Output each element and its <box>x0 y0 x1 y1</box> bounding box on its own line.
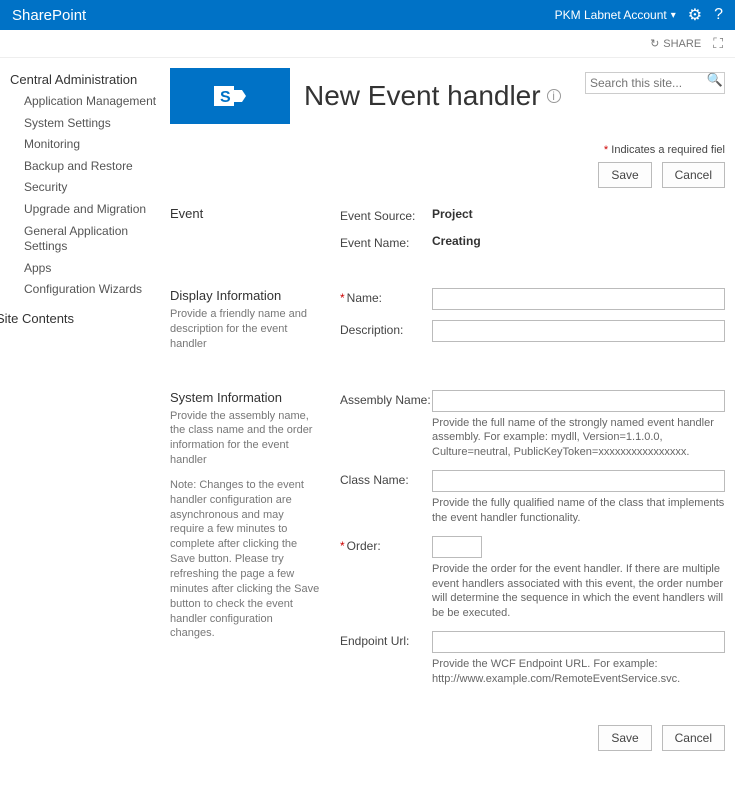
nav-heading-site-contents[interactable]: Site Contents <box>0 311 164 326</box>
required-note: * Indicates a required fiel <box>170 144 725 156</box>
required-note-text: Indicates a required fiel <box>611 144 725 156</box>
class-label: Class Name: <box>340 470 432 487</box>
section-display-title: Display Information <box>170 288 320 303</box>
section-system-title: System Information <box>170 390 320 405</box>
nav-item-backup-restore[interactable]: Backup and Restore <box>10 156 164 178</box>
class-hint: Provide the fully qualified name of the … <box>432 496 725 526</box>
display-desc-input[interactable] <box>432 320 725 342</box>
cancel-button-top[interactable]: Cancel <box>662 162 725 188</box>
chevron-down-icon: ▾ <box>671 10 676 21</box>
account-name: PKM Labnet Account <box>555 8 667 22</box>
search-wrap: 🔍 <box>585 72 725 94</box>
endpoint-label: Endpoint Url: <box>340 631 432 648</box>
share-icon: ↻ <box>650 37 659 50</box>
class-input[interactable] <box>432 470 725 492</box>
focus-icon[interactable]: ⛶ <box>713 35 723 52</box>
order-label: *Order: <box>340 536 432 553</box>
display-name-input[interactable] <box>432 288 725 310</box>
section-event-title: Event <box>170 206 320 221</box>
display-name-label: *Name: <box>340 288 432 305</box>
nav-item-apps[interactable]: Apps <box>10 258 164 280</box>
svg-text:S: S <box>220 89 231 106</box>
assembly-input[interactable] <box>432 390 725 412</box>
event-name-value: Creating <box>432 234 481 248</box>
nav-item-app-mgmt[interactable]: Application Management <box>10 91 164 113</box>
page-title-text: New Event handler <box>304 80 541 112</box>
side-nav: Central Administration Application Manag… <box>10 68 170 769</box>
suite-brand: SharePoint <box>12 7 86 24</box>
nav-item-monitoring[interactable]: Monitoring <box>10 134 164 156</box>
info-icon[interactable]: i <box>547 89 561 103</box>
nav-item-upgrade-migration[interactable]: Upgrade and Migration <box>10 199 164 221</box>
section-system-desc: Provide the assembly name, the class nam… <box>170 409 320 468</box>
section-system-note: Note: Changes to the event handler confi… <box>170 478 320 641</box>
event-source-value: Project <box>432 207 473 221</box>
cancel-button-bottom[interactable]: Cancel <box>662 725 725 751</box>
event-source-label: Event Source: <box>340 206 432 223</box>
help-icon[interactable]: ? <box>714 6 723 24</box>
save-button-top[interactable]: Save <box>598 162 652 188</box>
search-input[interactable] <box>585 72 725 94</box>
save-button-bottom[interactable]: Save <box>598 725 652 751</box>
account-menu[interactable]: PKM Labnet Account ▾ <box>555 8 676 22</box>
order-hint: Provide the order for the event handler.… <box>432 562 725 621</box>
assembly-hint: Provide the full name of the strongly na… <box>432 416 725 461</box>
ribbon-row: ↻ SHARE ⛶ <box>0 30 735 58</box>
main-content: S New Event handler i 🔍 * Indicates a re… <box>170 68 725 769</box>
nav-item-system-settings[interactable]: System Settings <box>10 113 164 135</box>
search-icon[interactable]: 🔍 <box>707 72 723 88</box>
nav-item-config-wizards[interactable]: Configuration Wizards <box>10 279 164 301</box>
nav-item-security[interactable]: Security <box>10 177 164 199</box>
order-input[interactable] <box>432 536 482 558</box>
page-title: New Event handler i <box>304 80 561 112</box>
event-name-label: Event Name: <box>340 233 432 250</box>
share-label: SHARE <box>663 38 701 50</box>
section-display-desc: Provide a friendly name and description … <box>170 307 320 352</box>
nav-item-general-settings[interactable]: General Application Settings <box>10 221 164 258</box>
suite-bar: SharePoint PKM Labnet Account ▾ ⚙ ? <box>0 0 735 30</box>
nav-heading-central-admin[interactable]: Central Administration <box>10 72 164 87</box>
endpoint-hint: Provide the WCF Endpoint URL. For exampl… <box>432 657 725 687</box>
sharepoint-logo: S <box>170 68 290 124</box>
endpoint-input[interactable] <box>432 631 725 653</box>
assembly-label: Assembly Name: <box>340 390 432 407</box>
share-button[interactable]: ↻ SHARE <box>650 37 701 50</box>
display-desc-label: Description: <box>340 320 432 337</box>
gear-icon[interactable]: ⚙ <box>688 5 702 25</box>
